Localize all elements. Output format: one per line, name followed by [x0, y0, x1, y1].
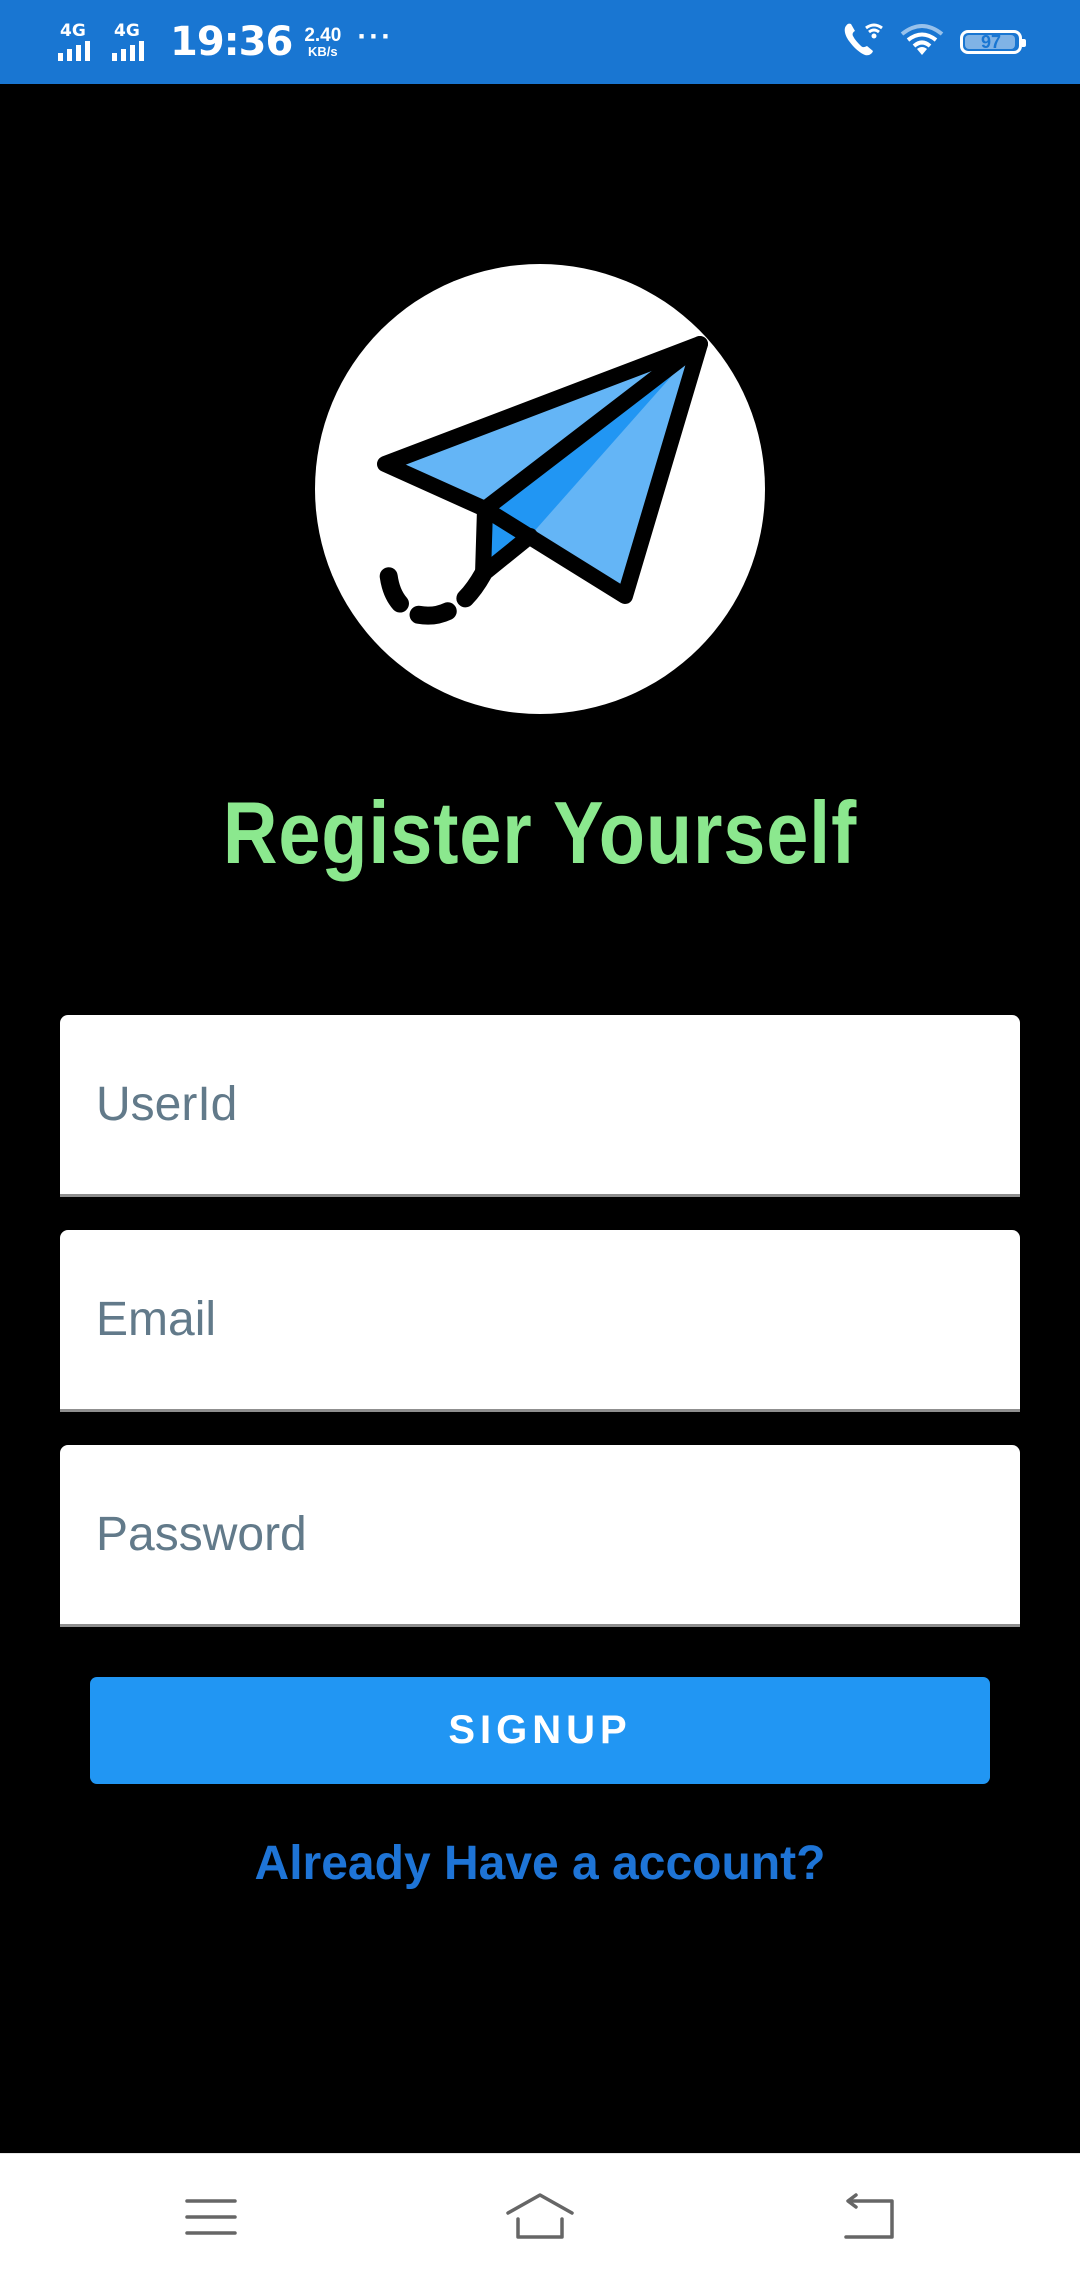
status-time: 19:36: [170, 19, 293, 65]
email-field[interactable]: [60, 1230, 1020, 1412]
status-right: 97: [840, 0, 1026, 84]
network-speed: 2.40 KB/s: [304, 26, 341, 58]
back-icon[interactable]: [830, 2184, 910, 2250]
home-icon[interactable]: [500, 2184, 580, 2250]
network-type-1: 4G: [60, 21, 86, 41]
email-input[interactable]: [60, 1230, 1020, 1409]
signup-button[interactable]: SIGNUP: [90, 1677, 990, 1784]
battery-level: 97: [980, 31, 1002, 52]
network-type-2: 4G: [114, 21, 140, 41]
password-field[interactable]: [60, 1445, 1020, 1627]
wifi-icon: [898, 22, 946, 63]
status-left: 4G 4G 19:36 2.40 KB/s ···: [58, 0, 393, 84]
password-input[interactable]: [60, 1445, 1020, 1624]
app-logo: [315, 264, 765, 714]
network-speed-unit: KB/s: [308, 44, 338, 59]
battery-icon: 97: [960, 30, 1026, 54]
paper-plane-icon: [377, 336, 708, 625]
cell-signal-2-icon: 4G: [112, 17, 160, 67]
login-link[interactable]: Already Have a account?: [0, 1836, 1080, 1891]
userid-field[interactable]: [60, 1015, 1020, 1197]
page-title: Register Yourself: [222, 783, 858, 882]
more-notifications-icon: ···: [357, 20, 394, 53]
cell-signal-1-icon: 4G: [58, 17, 106, 67]
menu-icon[interactable]: [171, 2184, 251, 2250]
status-bar: 4G 4G 19:36 2.40 KB/s ··· 97: [0, 0, 1080, 84]
network-speed-value: 2.40: [304, 25, 342, 46]
wifi-call-icon: [840, 20, 884, 65]
navigation-bar: [0, 2153, 1080, 2281]
userid-input[interactable]: [60, 1015, 1020, 1194]
